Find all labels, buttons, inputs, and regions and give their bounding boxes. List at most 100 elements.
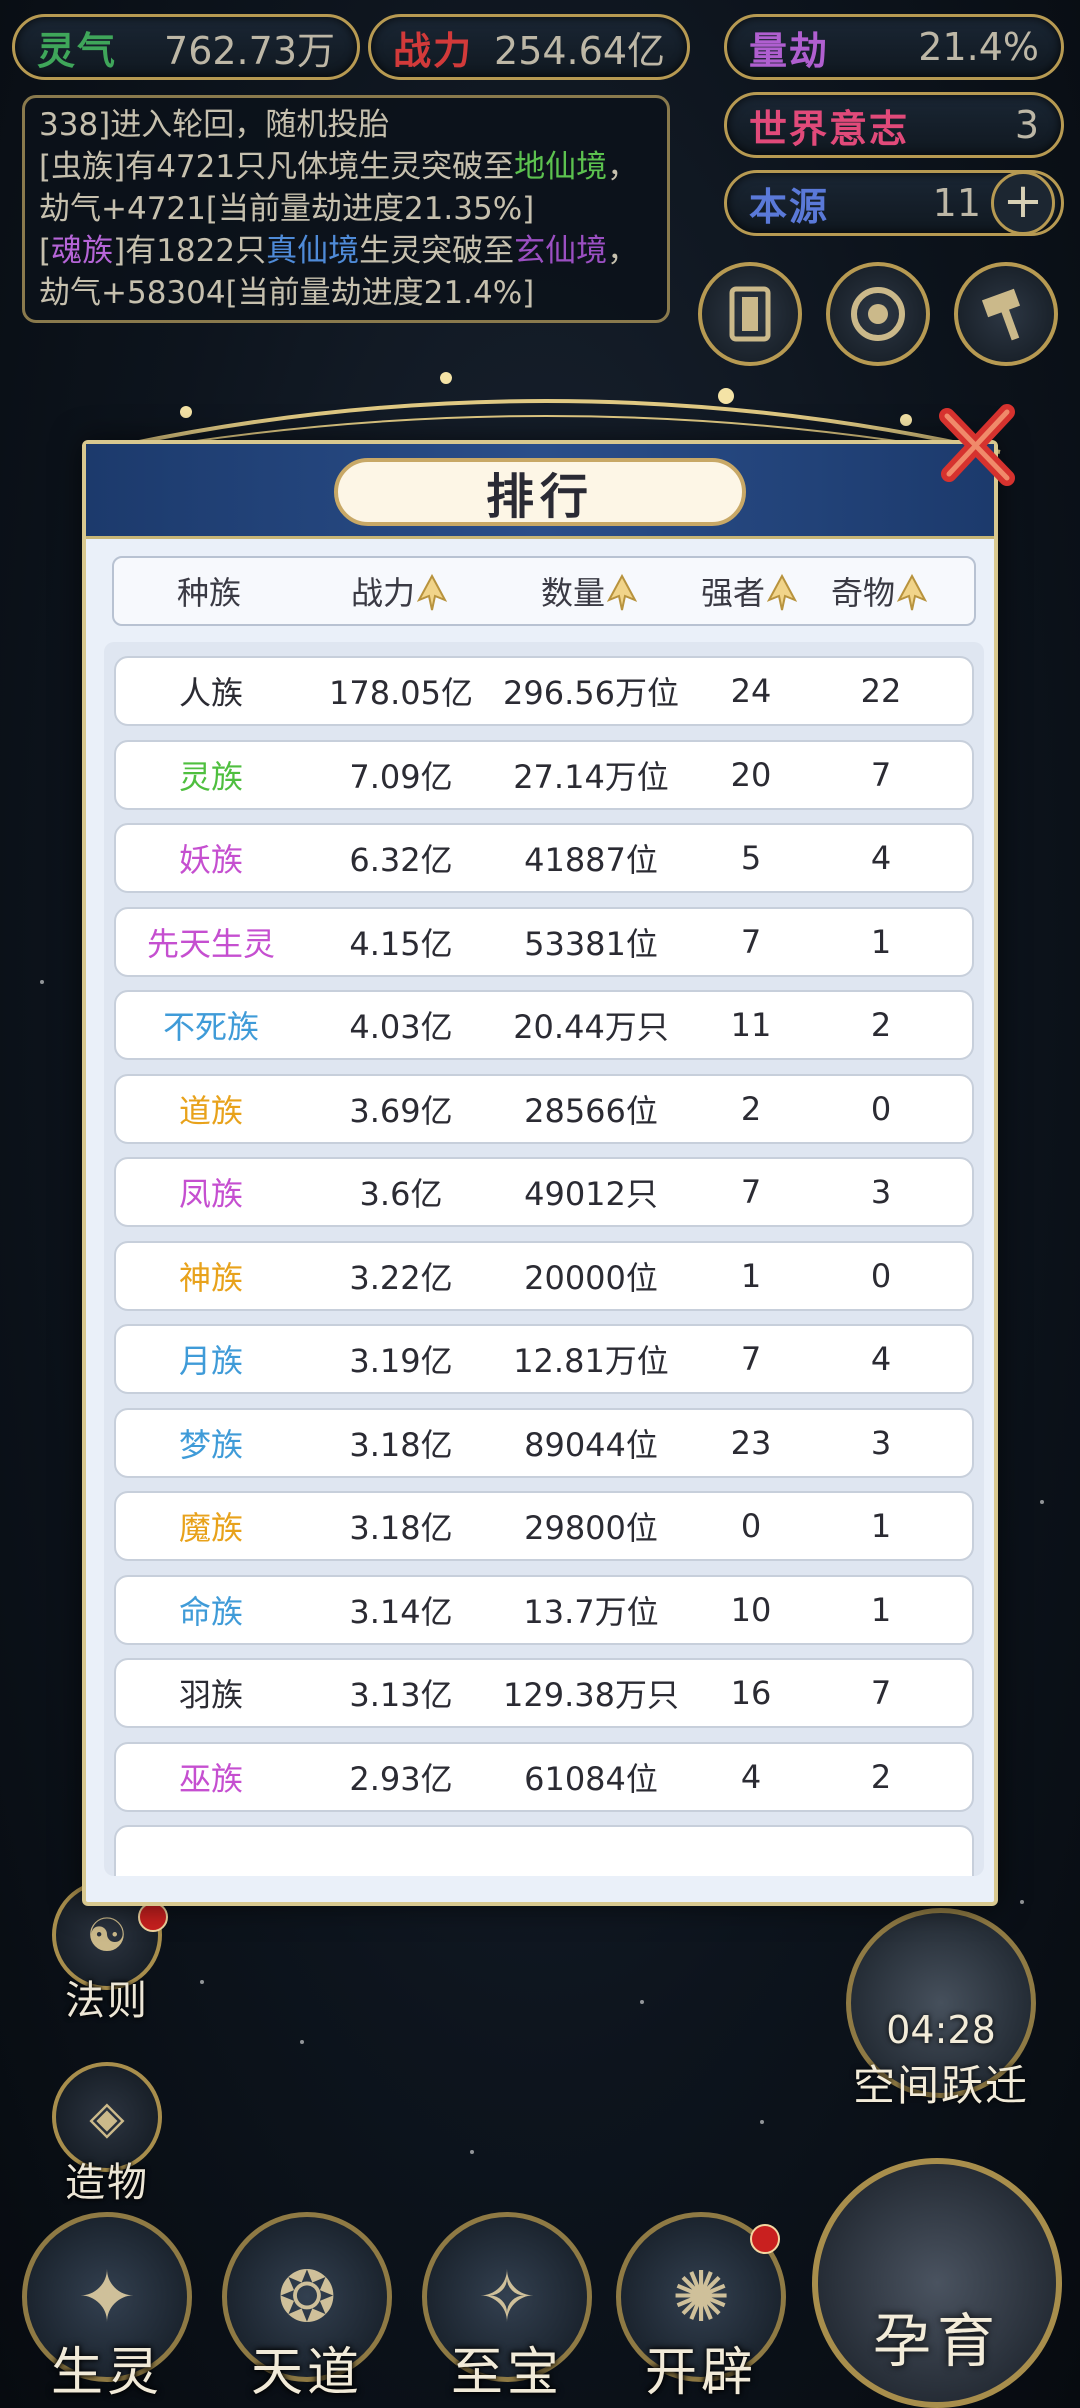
- table-row[interactable]: 月族 3.19亿 12.81万位 7 4: [114, 1324, 974, 1394]
- vortex-icon[interactable]: [826, 262, 930, 366]
- items-cell: 0: [870, 1089, 892, 1128]
- sort-power-button[interactable]: 战力: [304, 568, 494, 614]
- strong-cell: 20: [730, 755, 772, 794]
- count-cell: 27.14万位: [513, 757, 669, 796]
- space-jump-button[interactable]: 04:28 空间跃迁: [836, 1908, 1046, 2128]
- table-row[interactable]: 神族 3.22亿 20000位 1 0: [114, 1240, 974, 1311]
- space-jump-label: 空间跃迁: [852, 2061, 1029, 2110]
- items-cell: 3: [870, 1173, 892, 1211]
- count-cell: 129.38万只: [503, 1676, 679, 1714]
- log-line: [虫族]有4721只凡体境生灵突破至地仙境，劫气+4721[当前量劫进度21.3…: [39, 149, 639, 227]
- strong-cell: 23: [730, 1423, 772, 1462]
- notification-dot: [750, 2224, 780, 2254]
- items-cell: 3: [870, 1423, 892, 1462]
- table-row[interactable]: 羽族 3.13亿 129.38万只 16 7: [114, 1658, 974, 1728]
- header-race: 种族: [176, 574, 241, 612]
- count-cell: 53381位: [524, 924, 658, 963]
- event-log[interactable]: 338]进入轮回，随机投胎 [虫族]有4721只凡体境生灵突破至地仙境，劫气+4…: [22, 95, 670, 323]
- hammer-icon: [981, 288, 1021, 341]
- count-cell: 61084位: [524, 1759, 658, 1798]
- law-label: 法则: [65, 1978, 149, 2024]
- table-row[interactable]: 魔族 3.18亿 29800位 0 1: [114, 1491, 974, 1561]
- table-row[interactable]: 凤族 3.6亿 49012只 7 3: [114, 1157, 974, 1227]
- combat-power-label: 战力: [393, 28, 474, 73]
- items-cell: 2: [870, 1757, 892, 1796]
- hammer-icon[interactable]: [954, 262, 1058, 366]
- close-button[interactable]: [935, 400, 1025, 490]
- power-cell: 3.22亿: [349, 1258, 453, 1297]
- nav-creatures[interactable]: ✦ 生灵: [12, 2212, 202, 2405]
- strong-cell: 11: [730, 1006, 772, 1044]
- nav-treasure-label: 至宝: [450, 2343, 563, 2403]
- table-row-partial[interactable]: [114, 1825, 974, 1876]
- table-row[interactable]: 人族 178.05亿 296.56万位 24 22: [114, 656, 974, 726]
- count-cell: 20000位: [524, 1258, 658, 1297]
- origin-resource: 本源 11 +: [724, 170, 1064, 236]
- strong-cell: 5: [740, 839, 762, 877]
- race-cell: 魔族: [178, 1509, 243, 1547]
- world-will-resource[interactable]: 世界意志 3: [724, 92, 1064, 158]
- origin-value: 11: [932, 181, 981, 225]
- origin-label: 本源: [749, 184, 830, 229]
- power-cell: 3.19亿: [349, 1342, 453, 1380]
- items-cell: 7: [870, 755, 892, 794]
- count-cell: 41887位: [524, 841, 658, 879]
- race-cell: 灵族: [178, 757, 243, 796]
- add-origin-button[interactable]: +: [991, 171, 1055, 235]
- items-cell: 2: [870, 1006, 892, 1044]
- power-cell: 3.6亿: [359, 1175, 443, 1213]
- breed-label: 孕育: [872, 2307, 1001, 2375]
- ranking-list[interactable]: 人族 178.05亿 296.56万位 24 22 灵族 7.09亿 27.14万位 20 7 妖族…: [104, 642, 984, 1876]
- race-cell: 命族: [178, 1592, 243, 1631]
- strong-cell: 7: [740, 1173, 762, 1211]
- calamity-label: 量劫: [749, 28, 830, 73]
- count-cell: 13.7万位: [523, 1592, 659, 1631]
- table-row[interactable]: 梦族 3.18亿 89044位 23 3: [114, 1407, 974, 1478]
- sort-arrow-icon: [897, 574, 927, 611]
- race-cell: 梦族: [178, 1425, 243, 1464]
- strong-cell: 1: [740, 1256, 762, 1295]
- sort-items-button[interactable]: 奇物: [814, 568, 944, 614]
- power-cell: 178.05亿: [329, 674, 473, 712]
- close-icon: [939, 404, 1015, 486]
- combat-power-value: 254.64亿: [494, 28, 665, 73]
- breed-button[interactable]: 孕育: [812, 2158, 1062, 2408]
- items-cell: 1: [870, 922, 892, 961]
- table-row[interactable]: 不死族 4.03亿 20.44万只 11 2: [114, 990, 974, 1060]
- strong-cell: 7: [740, 922, 762, 961]
- power-cell: 3.18亿: [349, 1509, 453, 1547]
- sort-count-button[interactable]: 数量: [494, 568, 684, 614]
- table-row[interactable]: 妖族 6.32亿 41887位 5 4: [114, 823, 974, 893]
- nav-genesis-label: 开辟: [644, 2343, 757, 2403]
- race-cell: 不死族: [162, 1008, 259, 1046]
- count-cell: 28566位: [524, 1091, 658, 1130]
- race-cell: 羽族: [178, 1676, 243, 1714]
- power-cell: 3.18亿: [349, 1425, 453, 1464]
- race-cell: 妖族: [178, 841, 243, 879]
- strong-cell: 24: [730, 672, 772, 710]
- strong-cell: 0: [740, 1507, 762, 1545]
- sort-arrow-icon: [767, 574, 797, 611]
- count-cell: 49012只: [524, 1175, 658, 1213]
- race-cell: 神族: [178, 1258, 243, 1297]
- combat-power-resource: 战力 254.64亿: [368, 14, 690, 80]
- items-cell: 1: [870, 1590, 892, 1629]
- race-cell: 巫族: [178, 1759, 243, 1798]
- scroll-icon[interactable]: [698, 262, 802, 366]
- nav-heavenly-dao[interactable]: ❂ 天道: [212, 2212, 402, 2405]
- table-row[interactable]: 灵族 7.09亿 27.14万位 20 7: [114, 739, 974, 810]
- table-row[interactable]: 道族 3.69亿 28566位 2 0: [114, 1073, 974, 1144]
- table-row[interactable]: 巫族 2.93亿 61084位 4 2: [114, 1741, 974, 1812]
- power-cell: 3.69亿: [349, 1091, 453, 1130]
- world-will-value: 3: [1014, 103, 1039, 147]
- lingqi-resource: 灵气 762.73万: [12, 14, 360, 80]
- table-row[interactable]: 命族 3.14亿 13.7万位 10 1: [114, 1574, 974, 1645]
- creation-button[interactable]: ◈ 造物: [42, 2062, 172, 2208]
- nav-treasure[interactable]: ✧ 至宝: [412, 2212, 602, 2405]
- calamity-progress[interactable]: 量劫 21.4%: [724, 14, 1064, 80]
- table-row[interactable]: 先天生灵 4.15亿 53381位 7 1: [114, 906, 974, 977]
- sort-arrow-icon: [607, 574, 637, 611]
- sort-strong-button[interactable]: 强者: [684, 568, 814, 614]
- ranking-modal: 排行 种族 战力 数量 强者 奇物 人族 178.05亿 296.56万位 24 22 灵…: [82, 440, 998, 1906]
- scroll-icon: [729, 286, 771, 342]
